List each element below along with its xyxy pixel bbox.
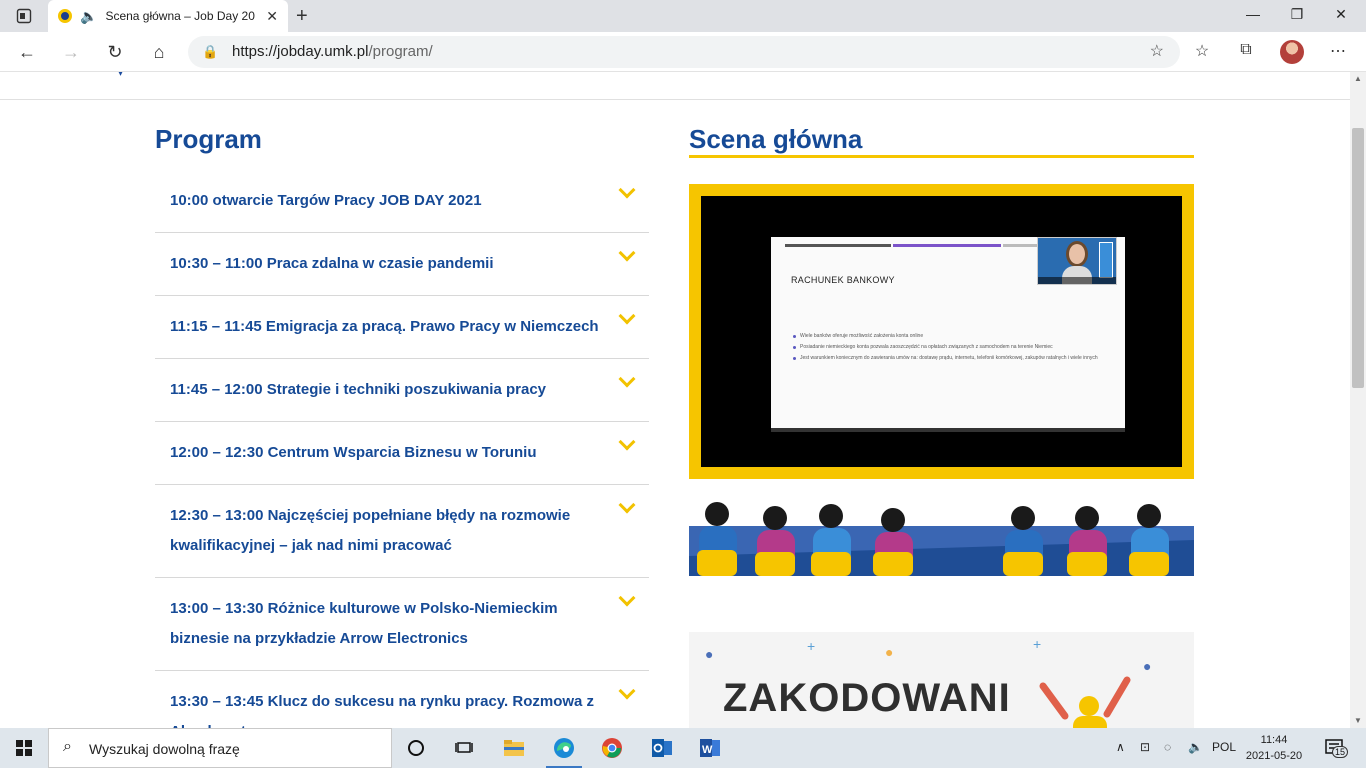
add-favorite-star-icon[interactable]: ☆	[1150, 41, 1164, 61]
speaker-icon[interactable]: 🔈	[80, 8, 97, 25]
minimize-window-icon[interactable]: —	[1238, 6, 1268, 22]
program-item[interactable]: 12:00 – 12:30 Centrum Wsparcia Biznesu w…	[155, 422, 649, 485]
chrome-browser-icon[interactable]	[600, 736, 624, 760]
taskbar-clock[interactable]: 11:44 2021-05-20	[1234, 732, 1314, 764]
slide-title: RACHUNEK BANKOWY	[791, 275, 895, 285]
clock-time: 11:44	[1260, 734, 1288, 746]
sparkle-icon: +	[1033, 636, 1042, 652]
start-button[interactable]	[0, 728, 48, 768]
url-text[interactable]: https://jobday.umk.pl/program/	[232, 43, 433, 60]
profile-avatar[interactable]	[1280, 40, 1304, 64]
scroll-up-arrow-icon[interactable]: ▲	[1350, 72, 1366, 86]
taskbar-search-box[interactable]: ⌕ Wyszukaj dowolną frazę	[48, 728, 392, 768]
show-hidden-icons-chevron-icon[interactable]: ∧	[1116, 740, 1125, 754]
scrollbar-thumb[interactable]	[1352, 128, 1364, 388]
chevron-down-icon[interactable]	[618, 433, 636, 451]
clock-date: 2021-05-20	[1245, 750, 1303, 762]
page-content: ▾ Program 10:00 otwarcie Targów Pracy JO…	[0, 72, 1350, 728]
notification-center-icon[interactable]: 15	[1324, 738, 1349, 758]
slide-bullet: Jest warunkiem koniecznym do zawierania …	[793, 355, 1109, 362]
chevron-down-icon[interactable]	[618, 244, 636, 262]
edge-browser-icon[interactable]	[552, 736, 576, 760]
program-accordion: 10:00 otwarcie Targów Pracy JOB DAY 2021…	[155, 170, 649, 728]
input-language[interactable]: POL	[1212, 740, 1236, 754]
wifi-icon[interactable]: ◌	[1164, 740, 1171, 754]
speaker-webcam-overlay	[1037, 237, 1117, 285]
slide-bullet: Wiele banków oferuje możliwość założenia…	[793, 333, 1109, 340]
sparkle-icon: ●	[705, 646, 714, 662]
new-tab-plus-icon[interactable]: +	[296, 5, 308, 28]
sparkle-icon: +	[807, 638, 816, 654]
maximize-window-icon[interactable]: ❐	[1282, 6, 1312, 23]
collections-icon[interactable]: ⧉	[1234, 41, 1258, 59]
home-icon[interactable]: ⌂	[146, 40, 172, 64]
notification-count-badge: 15	[1332, 746, 1349, 758]
program-item[interactable]: 11:15 – 11:45 Emigracja za pracą. Prawo …	[155, 296, 649, 359]
close-tab-icon[interactable]: ✕	[266, 8, 278, 25]
slide-bullet: Posiadanie niemieckiego konta pozwala za…	[793, 344, 1109, 351]
scene-heading: Scena główna	[689, 124, 863, 154]
rollup-banner-icon	[1099, 242, 1113, 278]
site-favicon-icon	[58, 9, 72, 23]
tab-strip: 🔈 Scena główna – Job Day 2021 ✕ + — ❐ ✕	[0, 0, 1366, 32]
browser-tab-active[interactable]: 🔈 Scena główna – Job Day 2021 ✕	[48, 0, 288, 32]
site-logo-fragment-icon[interactable]: ▾	[118, 72, 123, 79]
scroll-down-arrow-icon[interactable]: ▼	[1350, 714, 1366, 728]
chevron-down-icon[interactable]	[618, 370, 636, 388]
chevron-down-icon[interactable]	[618, 496, 636, 514]
lock-icon[interactable]: 🔒	[202, 44, 218, 60]
back-arrow-icon[interactable]: ←	[14, 40, 40, 64]
program-item[interactable]: 12:30 – 13:00 Najczęściej popełniane błę…	[155, 485, 649, 578]
word-icon[interactable]: W	[698, 736, 722, 760]
chevron-down-icon[interactable]	[618, 181, 636, 199]
page-scrollbar[interactable]: ▲ ▼	[1350, 72, 1366, 728]
sparkle-icon: ●	[885, 644, 894, 660]
outlook-icon[interactable]	[650, 736, 674, 760]
address-bar[interactable]: 🔒 https://jobday.umk.pl/program/ ☆	[188, 36, 1180, 68]
program-item[interactable]: 10:00 otwarcie Targów Pracy JOB DAY 2021	[155, 170, 649, 233]
banner-word: ZAKODOWANI	[723, 676, 1011, 720]
program-item[interactable]: 10:30 – 11:00 Praca zdalna w czasie pand…	[155, 233, 649, 296]
chevron-down-icon[interactable]	[618, 589, 636, 607]
forward-arrow-icon[interactable]: →	[58, 40, 84, 64]
refresh-icon[interactable]: ↻	[102, 40, 128, 64]
zakodowani-banner[interactable]: ● + ● + ● ZAKODOWANI	[689, 632, 1194, 728]
chevron-down-icon[interactable]	[618, 307, 636, 325]
file-explorer-icon[interactable]	[502, 736, 526, 760]
close-window-icon[interactable]: ✕	[1326, 6, 1356, 23]
windows-taskbar: ⌕ Wyszukaj dowolną frazę W ∧ ⊡ ◌ 🔈 POL 1…	[0, 728, 1366, 768]
cheering-person-icon	[1039, 676, 1131, 728]
program-item[interactable]: 13:30 – 13:45 Klucz do sukcesu na rynku …	[155, 671, 649, 728]
cortana-icon[interactable]	[404, 736, 428, 760]
scene-heading-underline	[689, 155, 1194, 158]
svg-text:W: W	[702, 744, 713, 756]
slide-bullets: Wiele banków oferuje możliwość założenia…	[793, 333, 1109, 366]
chevron-down-icon[interactable]	[618, 682, 636, 700]
taskbar-search-placeholder: Wyszukaj dowolną frazę	[89, 741, 240, 757]
tab-actions-menu-icon[interactable]	[10, 6, 38, 26]
program-heading: Program	[155, 124, 262, 154]
favorites-icon[interactable]: ☆	[1190, 41, 1214, 61]
more-options-icon[interactable]: ⋯	[1326, 41, 1350, 61]
stream-video-frame: RACHUNEK BANKOWY Wiele banków oferuje mo…	[689, 184, 1194, 479]
volume-icon[interactable]: 🔈	[1188, 740, 1203, 754]
network-icon[interactable]: ⊡	[1140, 740, 1150, 754]
header-divider	[0, 99, 1350, 100]
windows-logo-icon	[16, 740, 32, 756]
audience-illustration-icon	[689, 502, 1194, 576]
task-view-icon[interactable]	[452, 736, 476, 760]
program-item[interactable]: 13:00 – 13:30 Różnice kulturowe w Polsko…	[155, 578, 649, 671]
video-player[interactable]: RACHUNEK BANKOWY Wiele banków oferuje mo…	[701, 196, 1182, 467]
sparkle-icon: ●	[1143, 658, 1152, 674]
tab-title: Scena główna – Job Day 2021	[105, 9, 256, 23]
program-item[interactable]: 11:45 – 12:00 Strategie i techniki poszu…	[155, 359, 649, 422]
browser-toolbar: ← → ↻ ⌂ 🔒 https://jobday.umk.pl/program/…	[0, 32, 1366, 72]
audience-illustration	[689, 490, 1194, 576]
search-icon: ⌕	[63, 738, 72, 755]
